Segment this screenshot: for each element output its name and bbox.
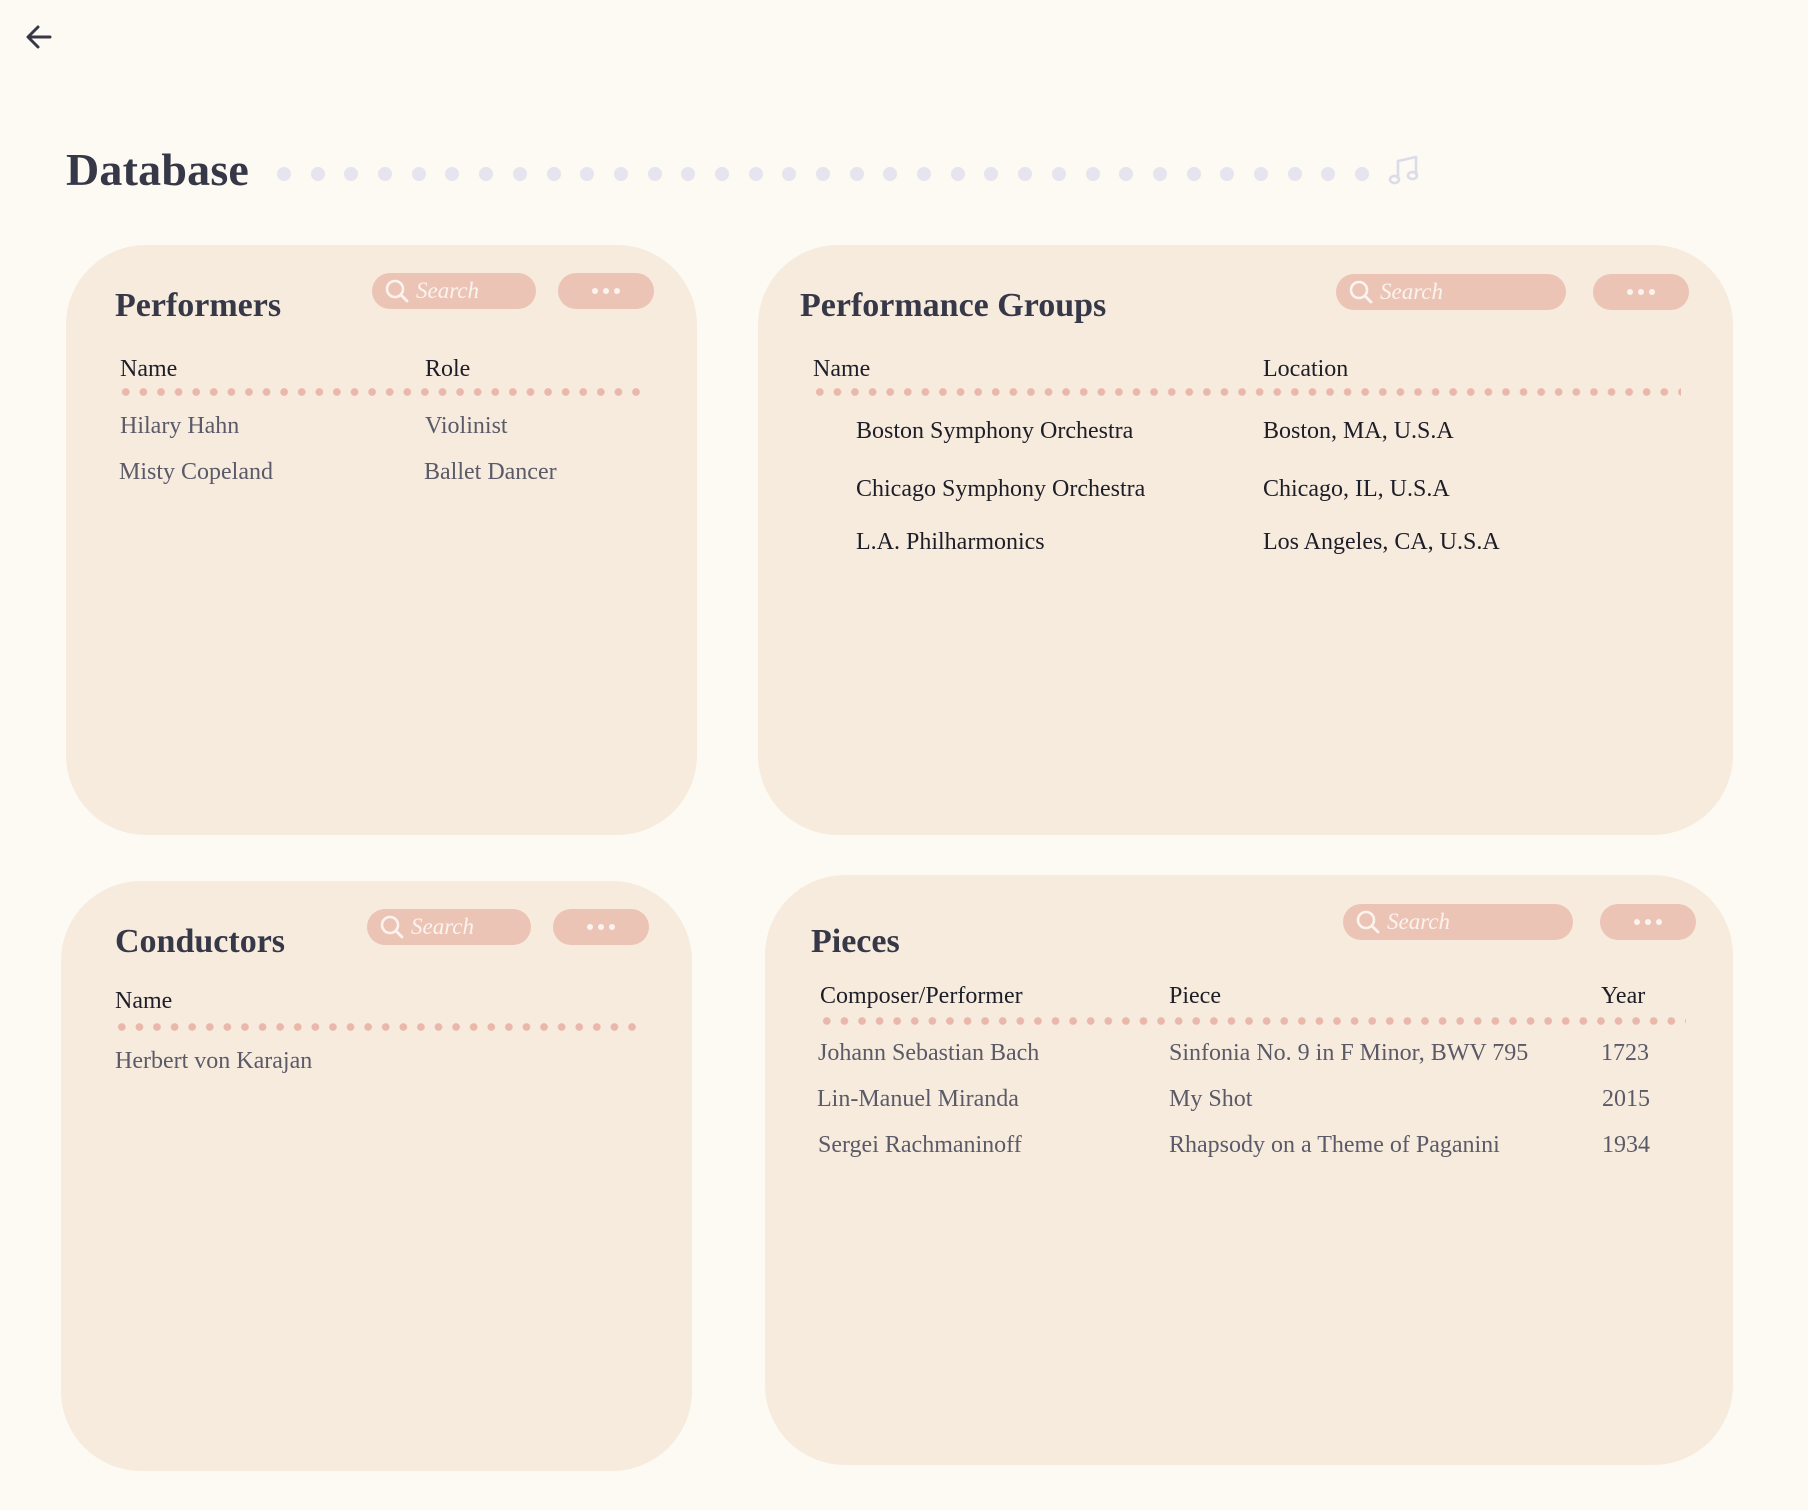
column-header-piece: Piece xyxy=(1169,983,1221,1009)
piece-composer: Lin-Manuel Miranda xyxy=(817,1086,1019,1112)
piece-composer: Johann Sebastian Bach xyxy=(818,1040,1040,1066)
performer-name: Hilary Hahn xyxy=(120,413,240,439)
search-placeholder: Search xyxy=(416,278,480,303)
more-options-icon xyxy=(587,924,615,930)
groups-search-input[interactable]: Search xyxy=(1336,274,1566,310)
piece-year: 1723 xyxy=(1601,1040,1649,1066)
search-placeholder: Search xyxy=(1380,279,1444,304)
conductors-search-input[interactable]: Search xyxy=(367,909,531,945)
search-icon xyxy=(379,914,405,940)
title-dotted-divider xyxy=(277,167,1370,181)
music-note-icon xyxy=(1387,153,1421,192)
piece-title: Sinfonia No. 9 in F Minor, BWV 795 xyxy=(1169,1040,1529,1066)
group-name: Chicago Symphony Orchestra xyxy=(856,476,1146,502)
column-header-location: Location xyxy=(1263,356,1349,382)
column-header-name: Name xyxy=(120,356,178,382)
search-icon xyxy=(1348,279,1374,305)
group-location: Boston, MA, U.S.A xyxy=(1263,418,1454,444)
search-icon xyxy=(384,278,410,304)
back-button[interactable] xyxy=(18,18,60,60)
piece-title: My Shot xyxy=(1169,1086,1253,1112)
conductors-card: Conductors Search Name Herbert von Karaj… xyxy=(61,881,692,1471)
performance-groups-card: Performance Groups Search Name Location … xyxy=(758,245,1733,835)
group-location: Chicago, IL, U.S.A xyxy=(1263,476,1450,502)
piece-year: 2015 xyxy=(1602,1086,1650,1112)
column-header-name: Name xyxy=(813,356,871,382)
performers-search-input[interactable]: Search xyxy=(372,273,536,309)
pieces-title: Pieces xyxy=(811,923,900,960)
performers-more-button[interactable] xyxy=(558,273,654,309)
performance-groups-title: Performance Groups xyxy=(800,287,1107,324)
more-options-icon xyxy=(1634,919,1662,925)
search-placeholder: Search xyxy=(1387,909,1451,934)
performer-role: Violinist xyxy=(425,413,508,439)
search-icon xyxy=(1355,909,1381,935)
header-divider xyxy=(818,1017,1686,1025)
performers-title: Performers xyxy=(115,287,282,324)
performer-name: Misty Copeland xyxy=(119,459,273,485)
group-location: Los Angeles, CA, U.S.A xyxy=(1263,529,1500,555)
pieces-card: Pieces Search Composer/Performer Piece Y… xyxy=(765,875,1733,1465)
piece-year: 1934 xyxy=(1602,1132,1650,1158)
conductors-title: Conductors xyxy=(115,923,286,960)
arrow-left-icon xyxy=(24,22,54,57)
groups-more-button[interactable] xyxy=(1593,274,1689,310)
performer-role: Ballet Dancer xyxy=(424,459,557,485)
pieces-search-input[interactable]: Search xyxy=(1343,904,1573,940)
conductor-name: Herbert von Karajan xyxy=(115,1048,313,1074)
pieces-more-button[interactable] xyxy=(1600,904,1696,940)
performers-card: Performers Search Name Role Hilary Hahn … xyxy=(66,245,697,835)
search-placeholder: Search xyxy=(411,914,475,939)
header-divider xyxy=(811,388,1681,396)
column-header-role: Role xyxy=(425,356,471,382)
group-name: Boston Symphony Orchestra xyxy=(856,418,1134,444)
group-name: L.A. Philharmonics xyxy=(856,529,1045,555)
column-header-year: Year xyxy=(1601,983,1646,1009)
conductors-more-button[interactable] xyxy=(553,909,649,945)
header-divider xyxy=(113,1023,643,1031)
page-header: Database xyxy=(66,140,1421,200)
column-header-name: Name xyxy=(115,988,173,1014)
page-title: Database xyxy=(66,144,250,195)
piece-composer: Sergei Rachmaninoff xyxy=(818,1132,1022,1158)
header-divider xyxy=(117,388,645,396)
more-options-icon xyxy=(1627,289,1655,295)
more-options-icon xyxy=(592,288,620,294)
piece-title: Rhapsody on a Theme of Paganini xyxy=(1169,1132,1500,1158)
column-header-composer: Composer/Performer xyxy=(820,983,1023,1009)
